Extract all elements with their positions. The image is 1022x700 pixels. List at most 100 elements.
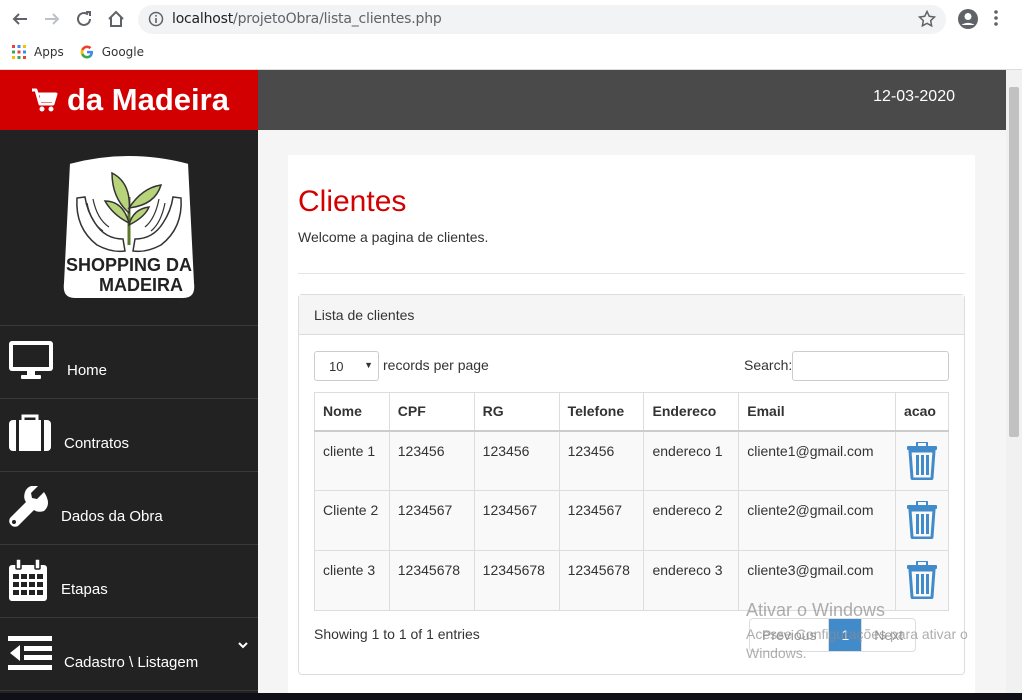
trash-icon[interactable] <box>906 440 938 483</box>
svg-text:MADEIRA: MADEIRA <box>99 275 183 295</box>
home-icon[interactable] <box>104 7 128 31</box>
shopping-cart-icon <box>32 88 58 112</box>
records-per-page-value: 10 <box>329 359 344 374</box>
table-row: cliente 1 123456 123456 123456 endereco … <box>314 430 949 491</box>
cell-nome: Cliente 2 <box>314 490 390 551</box>
cell-cpf: 1234567 <box>388 490 475 551</box>
bookmarks-bar: Apps Google <box>12 42 160 62</box>
cell-endereco: endereco 1 <box>643 430 740 491</box>
sidebar-item-home[interactable]: Home <box>0 326 258 399</box>
page-title: Clientes <box>298 185 407 218</box>
sidebar-item-dados-da-obra[interactable]: Dados da Obra <box>0 472 258 545</box>
sidebar-item-label: Dados da Obra <box>61 508 163 525</box>
pagination-next[interactable]: Next <box>862 619 915 651</box>
back-arrow-icon[interactable] <box>8 7 32 31</box>
bookmark-star-icon[interactable] <box>917 9 937 33</box>
calendar-icon <box>8 558 48 607</box>
panel-heading: Lista de clientes <box>299 295 964 335</box>
cell-nome: cliente 1 <box>314 430 390 491</box>
cell-nome: cliente 3 <box>314 550 390 611</box>
apps-grid-icon <box>12 45 26 59</box>
sidebar-item-cadastro-listagem[interactable]: Cadastro \ Listagem <box>0 618 258 691</box>
cell-rg: 12345678 <box>473 550 560 611</box>
bookmark-google-label: Google <box>101 45 145 59</box>
pagination-previous[interactable]: Previous <box>750 619 830 651</box>
records-per-page-select[interactable]: 10 ▼ <box>314 351 379 381</box>
chevron-down-icon[interactable] <box>238 636 248 653</box>
cell-telefone: 1234567 <box>558 490 645 551</box>
cell-cpf: 12345678 <box>388 550 475 611</box>
cell-email: cliente1@gmail.com <box>738 430 897 491</box>
sidebar-item-label: Cadastro \ Listagem <box>64 654 199 671</box>
site-info-icon[interactable] <box>148 11 164 32</box>
cell-email: cliente2@gmail.com <box>738 490 897 551</box>
taskbar-strip <box>0 693 1022 700</box>
clients-table: Nome CPF RG Telefone Endereco Email acao… <box>314 392 949 611</box>
list-indent-icon <box>8 636 52 674</box>
pagination: Previous 1 Next <box>749 618 917 652</box>
profile-avatar-icon[interactable] <box>957 8 979 35</box>
column-header-email[interactable]: Email <box>738 392 897 432</box>
trash-icon[interactable] <box>906 500 938 542</box>
records-per-page-label: records per page <box>383 357 489 373</box>
table-info-text: Showing 1 to 1 of 1 entries <box>314 626 480 642</box>
cell-endereco: endereco 2 <box>643 490 740 551</box>
page-scrollbar[interactable] <box>1006 70 1022 700</box>
shopping-da-madeira-logo: SHOPPING DA MADEIRA <box>61 153 197 300</box>
address-bar[interactable]: localhost/projetoObra/lista_clientes.php <box>138 5 946 34</box>
sidebar-item-label: Home <box>67 362 108 379</box>
main-content: Clientes Welcome a pagina de clientes. L… <box>258 130 1006 700</box>
bookmark-apps-label: Apps <box>34 45 64 59</box>
cell-acao <box>895 430 949 491</box>
briefcase-icon <box>8 413 52 457</box>
monitor-icon <box>8 340 54 384</box>
sidebar: da Madeira SHOPPING DA MADEIRA Home Cont… <box>0 70 258 700</box>
trash-icon[interactable] <box>906 560 938 602</box>
column-header-endereco[interactable]: Endereco <box>643 392 740 432</box>
pagination-page-current[interactable]: 1 <box>829 619 863 651</box>
cell-endereco: endereco 3 <box>643 550 740 611</box>
table-header-row: Nome CPF RG Telefone Endereco Email acao <box>314 392 949 432</box>
current-date: 12-03-2020 <box>873 88 955 105</box>
logo-area: SHOPPING DA MADEIRA <box>0 130 258 326</box>
top-bar: 12-03-2020 <box>258 70 1006 130</box>
browser-menu-icon[interactable] <box>993 9 999 32</box>
forward-arrow-icon[interactable] <box>40 7 64 31</box>
divider <box>298 273 965 274</box>
sidebar-item-label: Contratos <box>64 435 130 452</box>
content-card: Clientes Welcome a pagina de clientes. L… <box>288 155 975 700</box>
svg-text:SHOPPING DA: SHOPPING DA <box>66 255 192 275</box>
bookmark-apps[interactable]: Apps <box>12 45 64 59</box>
google-icon <box>80 45 93 59</box>
cell-email: cliente3@gmail.com <box>738 550 897 611</box>
wrench-icon <box>8 485 48 532</box>
column-header-telefone[interactable]: Telefone <box>558 392 645 432</box>
search-label: Search: <box>744 357 793 373</box>
cell-acao <box>895 490 949 551</box>
bookmark-google[interactable]: Google <box>80 45 144 59</box>
clients-panel: Lista de clientes 10 ▼ records per page … <box>298 294 965 675</box>
browser-chrome: localhost/projetoObra/lista_clientes.php… <box>0 0 1022 70</box>
sidebar-item-contratos[interactable]: Contratos <box>0 399 258 472</box>
url-text: localhost/projetoObra/lista_clientes.php <box>172 11 442 27</box>
column-header-cpf[interactable]: CPF <box>388 392 475 432</box>
column-header-rg[interactable]: RG <box>473 392 560 432</box>
sidebar-item-label: Etapas <box>61 581 108 598</box>
scrollbar-thumb[interactable] <box>1009 87 1019 437</box>
column-header-nome[interactable]: Nome <box>314 392 390 432</box>
cell-acao <box>895 550 949 611</box>
welcome-text: Welcome a pagina de clientes. <box>298 229 489 245</box>
select-arrow-icon: ▼ <box>364 360 373 370</box>
cell-cpf: 123456 <box>388 430 475 491</box>
brand-title: da Madeira <box>67 82 229 117</box>
column-header-acao[interactable]: acao <box>895 392 949 432</box>
cell-telefone: 12345678 <box>558 550 645 611</box>
search-input[interactable] <box>792 351 949 381</box>
cell-telefone: 123456 <box>558 430 645 491</box>
sidebar-item-etapas[interactable]: Etapas <box>0 545 258 618</box>
cell-rg: 123456 <box>473 430 560 491</box>
reload-icon[interactable] <box>72 7 96 31</box>
cell-rg: 1234567 <box>473 490 560 551</box>
brand-header[interactable]: da Madeira <box>0 70 258 130</box>
table-row: cliente 3 12345678 12345678 12345678 end… <box>314 550 949 611</box>
